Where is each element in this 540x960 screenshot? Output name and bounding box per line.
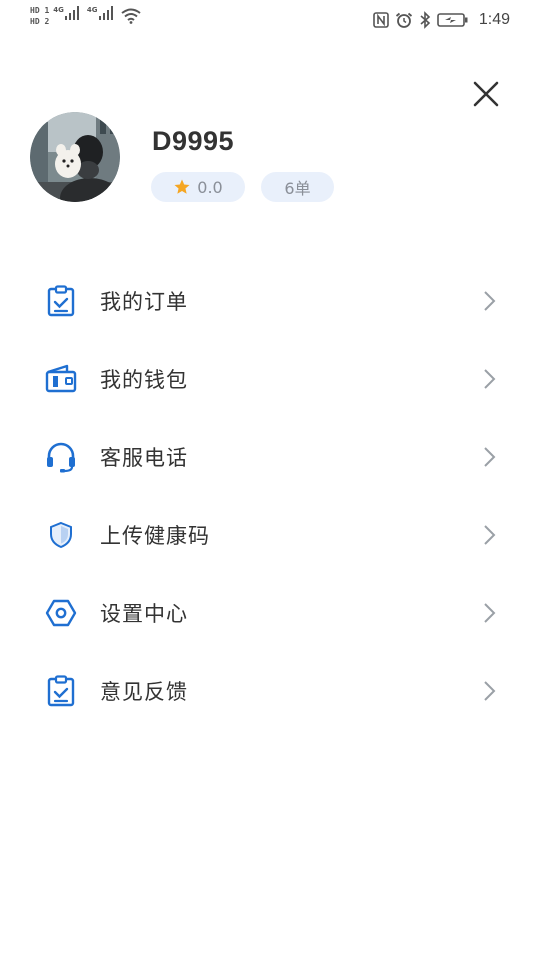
close-button[interactable] [470, 78, 502, 110]
hd-indicators: HD 1 HD 2 [30, 6, 49, 26]
headset-icon [44, 440, 78, 474]
hd2-indicator: HD 2 [30, 17, 50, 26]
status-bar-right: 1:49 [373, 9, 510, 31]
menu-item-label: 客服电话 [100, 446, 188, 470]
avatar[interactable] [30, 112, 120, 202]
alarm-icon [395, 12, 412, 28]
wallet-icon [44, 362, 78, 396]
menu-item-label: 我的订单 [100, 290, 188, 314]
menu-item-settings[interactable]: 设置中心 [0, 574, 540, 652]
menu-item-my-wallet[interactable]: 我的钱包 [0, 340, 540, 418]
wifi-icon [120, 8, 141, 24]
close-icon [473, 81, 499, 107]
menu-item-customer-service[interactable]: 客服电话 [0, 418, 540, 496]
clipboard-check-icon [44, 284, 78, 318]
signal-1: 4G [53, 6, 81, 20]
chevron-right-icon [484, 369, 496, 389]
menu-item-label: 设置中心 [100, 602, 188, 626]
hd1-indicator: HD 1 [30, 6, 50, 15]
menu-item-my-orders[interactable]: 我的订单 [0, 262, 540, 340]
menu-item-label: 上传健康码 [100, 524, 210, 548]
profile-header: D9995 0.0 6单 [30, 112, 510, 204]
rating-badge: 0.0 [151, 172, 245, 202]
network-type-2: 4G [86, 6, 98, 14]
menu-item-label: 我的钱包 [100, 368, 188, 392]
signal-bars-icon [98, 6, 113, 20]
username: D9995 [152, 126, 235, 156]
menu-item-feedback[interactable]: 意见反馈 [0, 652, 540, 730]
signal-2: 4G [87, 6, 115, 20]
signal-bars-icon [64, 6, 79, 20]
chevron-right-icon [484, 291, 496, 311]
nfc-icon [373, 12, 389, 28]
chevron-right-icon [484, 525, 496, 545]
avatar-photo [30, 112, 120, 202]
star-icon [173, 178, 191, 196]
orders-count: 6单 [284, 179, 311, 198]
battery-icon [437, 13, 468, 27]
network-type-1: 4G [53, 6, 64, 14]
status-bar-left: HD 1 HD 2 4G 4G [30, 6, 141, 36]
hexagon-settings-icon [44, 596, 78, 630]
menu-item-upload-health-code[interactable]: 上传健康码 [0, 496, 540, 574]
menu-item-label: 意见反馈 [100, 680, 188, 704]
chevron-right-icon [484, 447, 496, 467]
chevron-right-icon [484, 681, 496, 701]
shield-icon [44, 518, 78, 552]
clock: 1:49 [478, 11, 510, 28]
orders-count-badge: 6单 [261, 172, 334, 202]
menu-list: 我的订单 我的钱包 客服电话 上传健康码 设置中心 意见反馈 [0, 262, 540, 730]
status-bar: HD 1 HD 2 4G 4G 1:49 [0, 0, 540, 40]
feedback-clipboard-icon [44, 674, 78, 708]
chevron-right-icon [484, 603, 496, 623]
bluetooth-icon [420, 11, 431, 29]
rating-value: 0.0 [197, 177, 223, 197]
